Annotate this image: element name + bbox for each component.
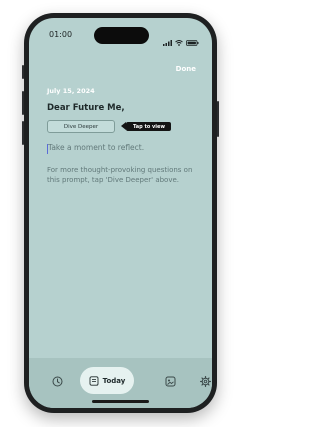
done-button[interactable]: Done <box>176 65 196 73</box>
volume-up-button <box>22 91 24 115</box>
tab-today-label: Today <box>102 376 126 385</box>
dive-deeper-hint: For more thought-provoking questions on … <box>47 166 193 184</box>
tap-to-view-tooltip: Tap to view <box>120 122 172 131</box>
wifi-icon <box>175 31 183 50</box>
cellular-signal-icon <box>163 31 172 50</box>
phone-frame: 01:00 Done July 15, 2024 Dear Future Me,… <box>22 13 219 413</box>
gear-icon <box>199 372 211 391</box>
dynamic-island <box>94 27 149 44</box>
tab-settings[interactable] <box>197 373 212 389</box>
tab-today[interactable]: Today <box>80 367 134 394</box>
volume-down-button <box>22 121 24 145</box>
home-indicator <box>92 400 149 403</box>
status-time: 01:00 <box>49 30 73 39</box>
entry-date: July 15, 2024 <box>47 87 95 95</box>
journal-entry-input[interactable] <box>48 143 198 152</box>
dive-deeper-button[interactable]: Dive Deeper <box>47 120 115 133</box>
action-button <box>22 65 24 79</box>
power-button <box>217 101 219 137</box>
status-icons <box>163 31 199 50</box>
battery-icon <box>186 31 199 50</box>
tab-album[interactable] <box>162 373 178 389</box>
screen: 01:00 Done July 15, 2024 Dear Future Me,… <box>29 18 212 408</box>
tab-history[interactable] <box>49 373 65 389</box>
greeting-heading: Dear Future Me, <box>47 103 125 113</box>
journal-icon <box>89 371 99 390</box>
clock-icon <box>52 372 63 391</box>
photo-album-icon <box>165 372 176 391</box>
